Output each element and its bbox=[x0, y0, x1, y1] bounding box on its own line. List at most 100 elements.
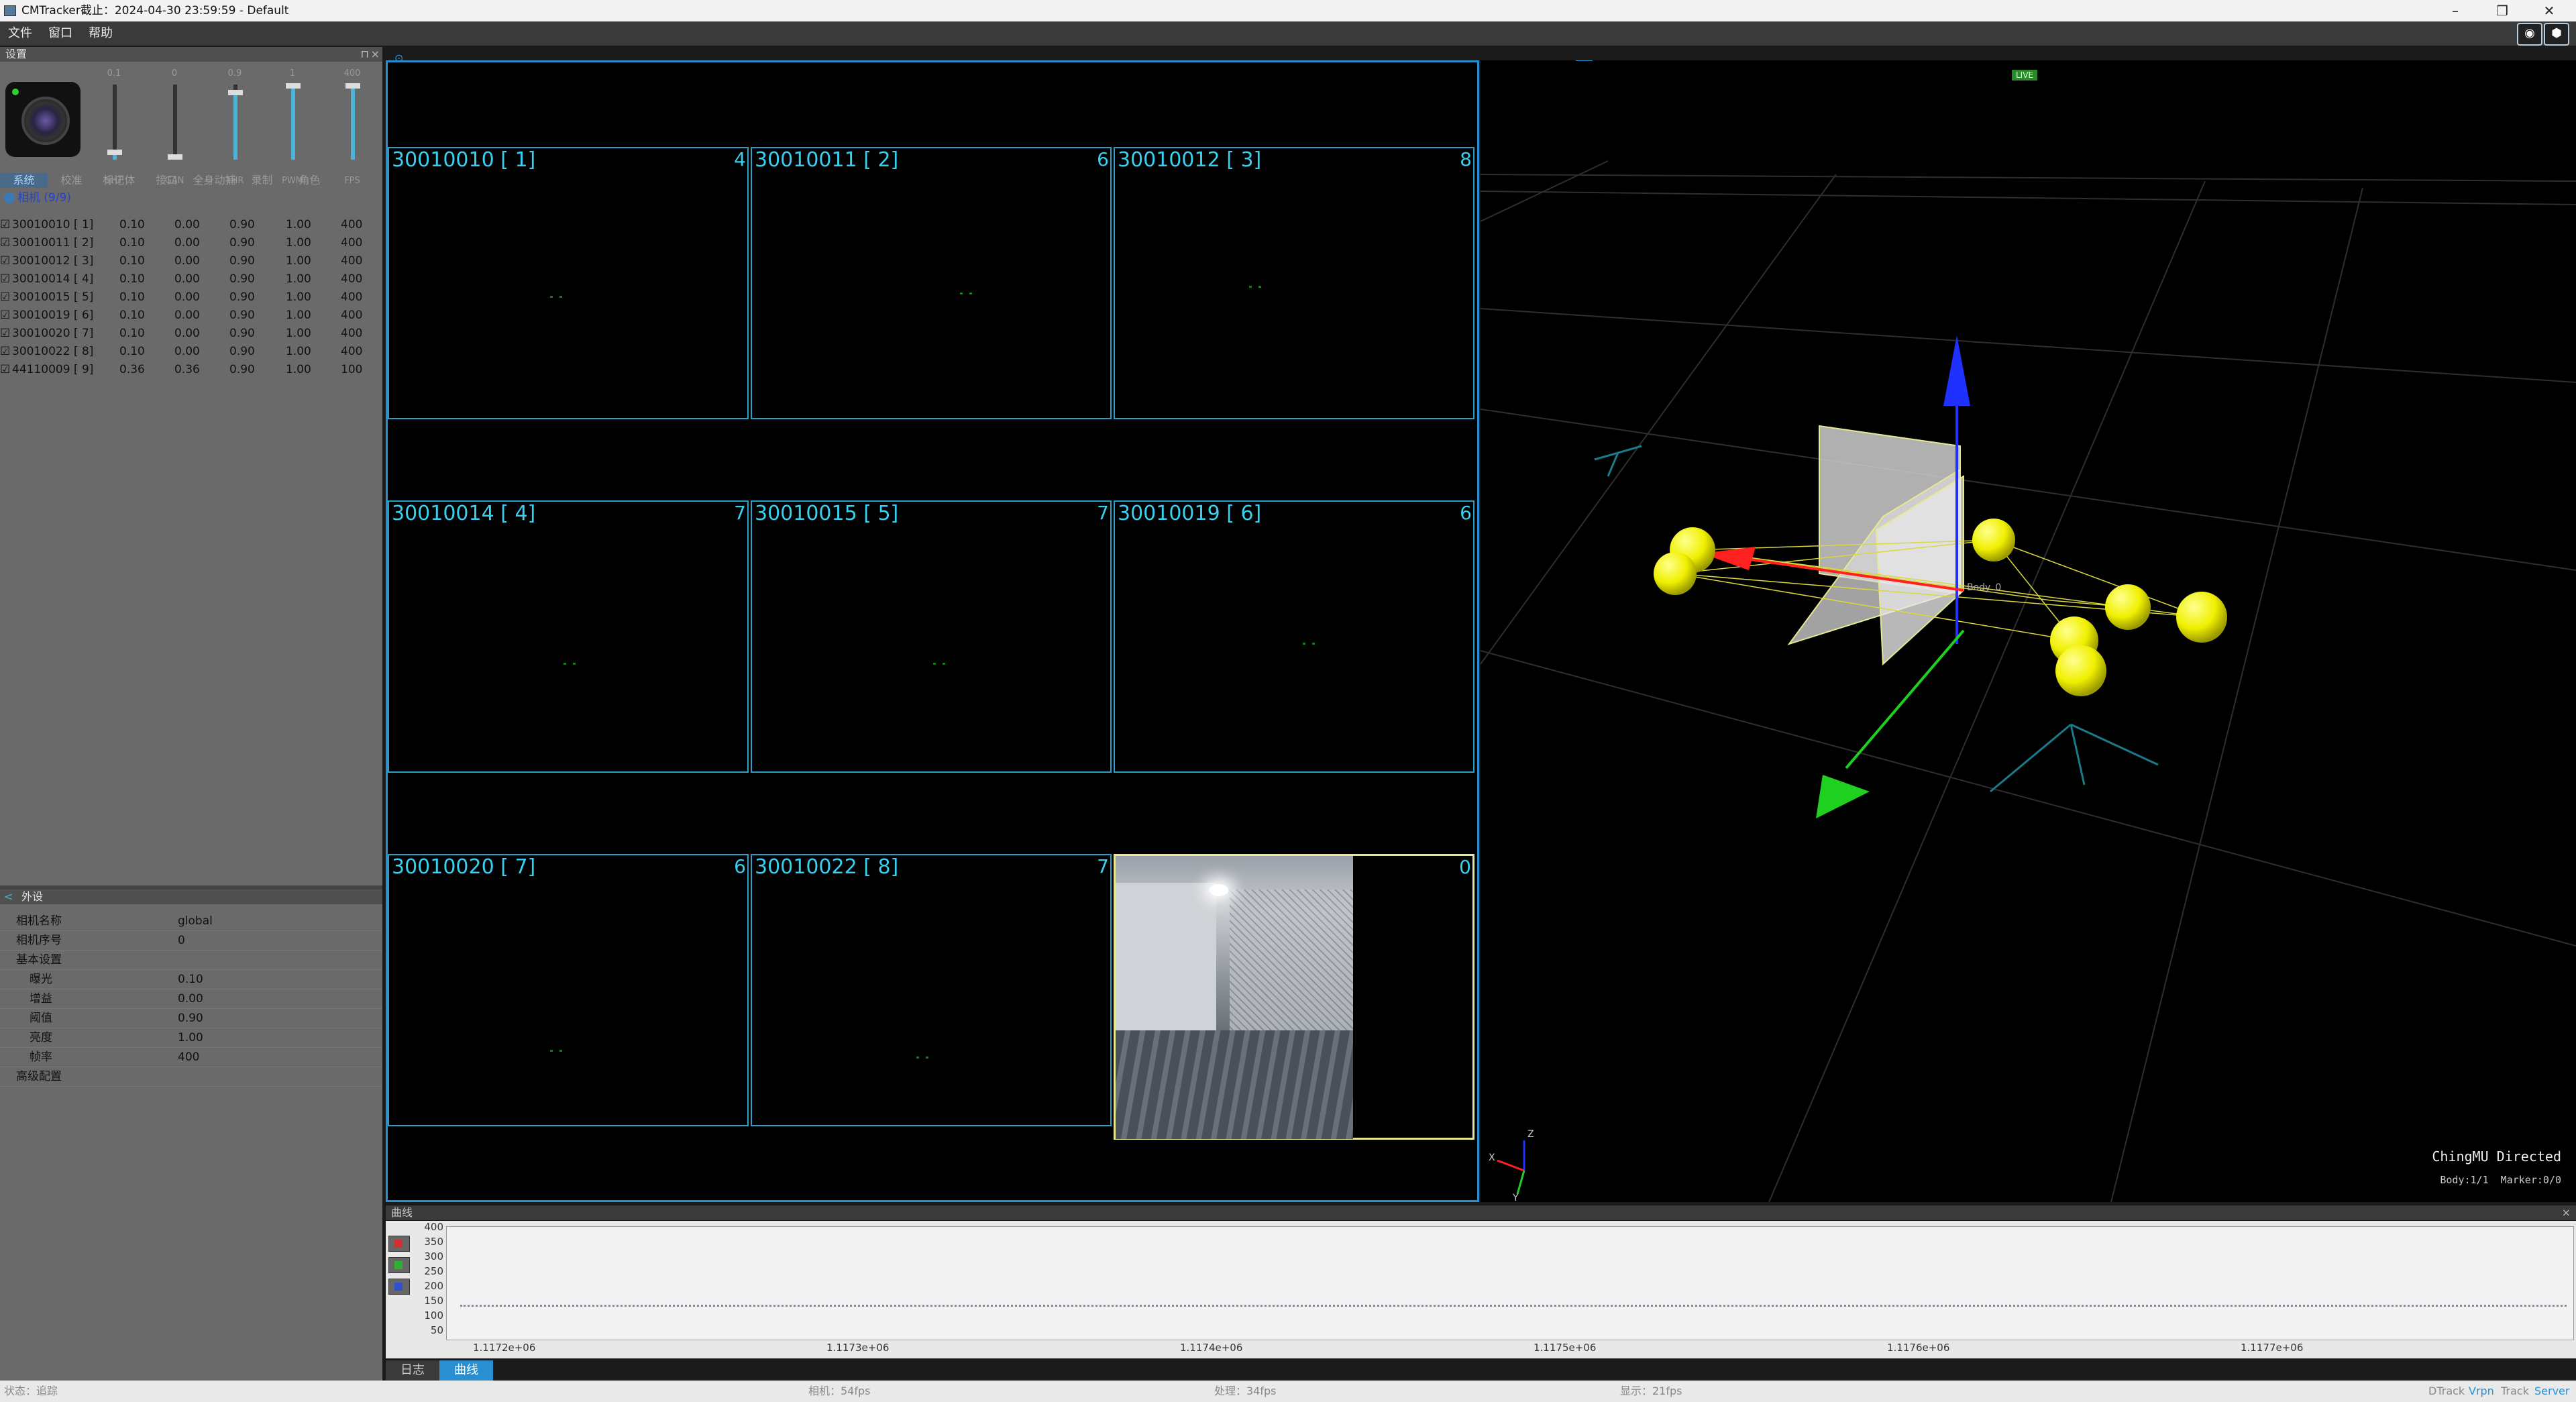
menu-window[interactable]: 窗口 bbox=[40, 21, 80, 46]
camera-checkbox[interactable]: ☑ bbox=[0, 288, 12, 307]
camera-view-cell[interactable]: 30010020 [ 7] 6 bbox=[388, 854, 749, 1126]
close-curve-panel-icon[interactable]: × bbox=[2562, 1205, 2571, 1220]
camera-view-cell[interactable]: 30010011 [ 2] 6 bbox=[751, 147, 1112, 419]
property-value[interactable]: 0.00 bbox=[178, 989, 203, 1008]
camera-name: 44110009 [ 9] bbox=[12, 363, 94, 376]
slider-value: 1 bbox=[289, 68, 296, 78]
camera-checkbox[interactable]: ☑ bbox=[0, 252, 12, 270]
camera-view-cell[interactable]: 30010019 [ 6] 6 bbox=[1114, 500, 1474, 773]
camera-checkbox[interactable]: ☑ bbox=[0, 343, 12, 361]
property-row[interactable]: 帧率 400 bbox=[0, 1048, 382, 1067]
camera-row[interactable]: ☑ 30010020 [ 7] 0.10 0.00 0.90 1.00 400 bbox=[0, 325, 381, 343]
property-row[interactable]: 曝光 0.10 bbox=[0, 970, 382, 989]
camera-row[interactable]: ☑ 30010019 [ 6] 0.10 0.00 0.90 1.00 400 bbox=[0, 307, 381, 325]
restore-button[interactable]: ❐ bbox=[2479, 0, 2526, 21]
legend-green[interactable] bbox=[388, 1257, 410, 1273]
property-row[interactable]: 增益 0.00 bbox=[0, 989, 382, 1009]
close-panel-icon[interactable]: × bbox=[371, 47, 380, 62]
detected-blob bbox=[550, 1050, 553, 1052]
camera-row[interactable]: ☑ 30010014 [ 4] 0.10 0.00 0.90 1.00 400 bbox=[0, 270, 381, 288]
legend-blue[interactable] bbox=[388, 1279, 410, 1295]
3d-viewport[interactable]: Body_0 Z X Y ⟲ ⇅ ✢ ✥ ↻ ◉ ⊘ LIVE ChingMU … bbox=[1481, 60, 2576, 1202]
camera-grid-view: ⊙ 30010010 [ 1] 4 30010011 [ 2] 6 30010012 [… bbox=[386, 52, 1479, 1202]
slider-value: 0 bbox=[171, 68, 178, 78]
measure-icon[interactable]: ⊘ bbox=[1695, 60, 1704, 61]
camera-view-cell[interactable]: 30010012 [ 3] 8 bbox=[1114, 147, 1474, 419]
menu-help[interactable]: 帮助 bbox=[80, 21, 121, 46]
property-row[interactable]: 基本设置 bbox=[0, 951, 382, 970]
reset-view-icon[interactable]: ⟲ bbox=[1487, 60, 1496, 61]
property-row[interactable]: 相机名称 global bbox=[0, 912, 382, 931]
slider-handle[interactable] bbox=[107, 150, 122, 155]
tab-log[interactable]: 日志 bbox=[386, 1360, 439, 1381]
tab-character[interactable]: 角色 bbox=[286, 173, 333, 188]
camera-checkbox[interactable]: ☑ bbox=[0, 307, 12, 325]
minimize-button[interactable]: – bbox=[2432, 0, 2479, 21]
camera-threshold: 0.90 bbox=[229, 236, 255, 250]
camera-view-cell[interactable]: 30010010 [ 1] 4 bbox=[388, 147, 749, 419]
slider-shutter[interactable]: 0.1 SHT bbox=[87, 68, 141, 189]
camera-row[interactable]: ☑ 30010010 [ 1] 0.10 0.00 0.90 1.00 400 bbox=[0, 216, 381, 234]
tab-calibration[interactable]: 校准 bbox=[48, 173, 95, 188]
camera-checkbox[interactable]: ☑ bbox=[0, 325, 12, 343]
camera-view-cell[interactable]: 30010022 [ 8] 7 bbox=[751, 854, 1112, 1126]
camera-group-header[interactable]: 相机 (9/9) bbox=[0, 189, 382, 207]
slider-threshold[interactable]: 0.9 THR bbox=[208, 68, 262, 189]
camera-checkbox[interactable]: ☑ bbox=[0, 361, 12, 379]
property-row[interactable]: 高级配置 bbox=[0, 1067, 382, 1087]
camera-checkbox[interactable]: ☑ bbox=[0, 234, 12, 252]
menu-file[interactable]: 文件 bbox=[0, 21, 40, 46]
camera-view-label: 30010010 [ 1] bbox=[392, 148, 536, 172]
tab-full-body[interactable]: 全身动捕 bbox=[191, 173, 238, 188]
slider-handle[interactable] bbox=[345, 83, 360, 89]
camera-checkbox[interactable]: ☑ bbox=[0, 270, 12, 288]
camera-checkbox[interactable]: ☑ bbox=[0, 216, 12, 234]
property-value[interactable]: 0.10 bbox=[178, 970, 203, 989]
tab-marker-body[interactable]: 标记体 bbox=[95, 173, 143, 188]
property-row[interactable]: 阈值 0.90 bbox=[0, 1009, 382, 1028]
swap-icon[interactable]: ⇅ bbox=[1517, 60, 1526, 61]
view-eye-icon[interactable]: ◉ bbox=[1636, 60, 1646, 61]
camera-row[interactable]: ☑ 44110009 [ 9] 0.36 0.36 0.90 1.00 100 bbox=[0, 361, 381, 379]
slider-handle[interactable] bbox=[228, 90, 243, 95]
snapshot-button[interactable]: ◉ bbox=[2517, 23, 2542, 46]
detected-blob bbox=[926, 1057, 928, 1059]
slider-handle[interactable] bbox=[286, 83, 301, 89]
view-cube-button[interactable]: ⬢ bbox=[2544, 23, 2569, 46]
property-value[interactable]: 400 bbox=[178, 1048, 199, 1067]
camera-view-cell[interactable]: 30010014 [ 4] 7 bbox=[388, 500, 749, 773]
slider-value: 0.9 bbox=[227, 68, 242, 78]
tab-record[interactable]: 录制 bbox=[238, 173, 286, 188]
camera-row[interactable]: ☑ 30010012 [ 3] 0.10 0.00 0.90 1.00 400 bbox=[0, 252, 381, 270]
rotate-tool-icon[interactable]: ↻ bbox=[1609, 60, 1618, 61]
tab-curve[interactable]: 曲线 bbox=[439, 1360, 493, 1381]
camera-row[interactable]: ☑ 30010022 [ 8] 0.10 0.00 0.90 1.00 400 bbox=[0, 343, 381, 361]
tab-interface[interactable]: 接口 bbox=[143, 173, 191, 188]
property-value[interactable]: 0 bbox=[178, 931, 185, 950]
tab-system[interactable]: 系统 bbox=[0, 173, 48, 188]
property-value[interactable]: 1.00 bbox=[178, 1028, 203, 1047]
camera-row[interactable]: ☑ 30010011 [ 2] 0.10 0.00 0.90 1.00 400 bbox=[0, 234, 381, 252]
camera-view-cell[interactable]: 44110009 [ 9]0 bbox=[1114, 854, 1474, 1140]
status-process-fps: 处理：34fps bbox=[1214, 1385, 1277, 1397]
property-row[interactable]: 亮度 1.00 bbox=[0, 1028, 382, 1048]
property-value[interactable]: global bbox=[178, 912, 213, 930]
slider-fps[interactable]: 400 FPS bbox=[325, 68, 379, 189]
live-badge: LIVE bbox=[2012, 70, 2038, 80]
move-tool-icon[interactable]: ✥ bbox=[1576, 60, 1593, 61]
camera-row[interactable]: ☑ 30010015 [ 5] 0.10 0.00 0.90 1.00 400 bbox=[0, 288, 381, 307]
grid-toolbar-icon[interactable]: ⊙ bbox=[394, 52, 403, 64]
pin-icon[interactable]: ⊓ bbox=[361, 47, 369, 62]
close-button[interactable]: ✕ bbox=[2526, 0, 2573, 21]
property-value[interactable]: 0.90 bbox=[178, 1009, 203, 1028]
property-row[interactable]: 相机序号 0 bbox=[0, 931, 382, 951]
slider-handle[interactable] bbox=[168, 154, 182, 160]
curve-panel: 400 350 300 250 200 150 100 50 1.1172e+06 1.1173… bbox=[386, 1221, 2576, 1358]
legend-red[interactable] bbox=[388, 1236, 410, 1252]
axis-tool-icon[interactable]: ✢ bbox=[1548, 60, 1556, 61]
camera-fps: 400 bbox=[341, 290, 363, 304]
slider-gain[interactable]: 0 GAN bbox=[148, 68, 201, 189]
slider-pwm[interactable]: 1 PWM bbox=[266, 68, 319, 189]
camera-fps: 400 bbox=[341, 345, 363, 358]
camera-view-cell[interactable]: 30010015 [ 5] 7 bbox=[751, 500, 1112, 773]
